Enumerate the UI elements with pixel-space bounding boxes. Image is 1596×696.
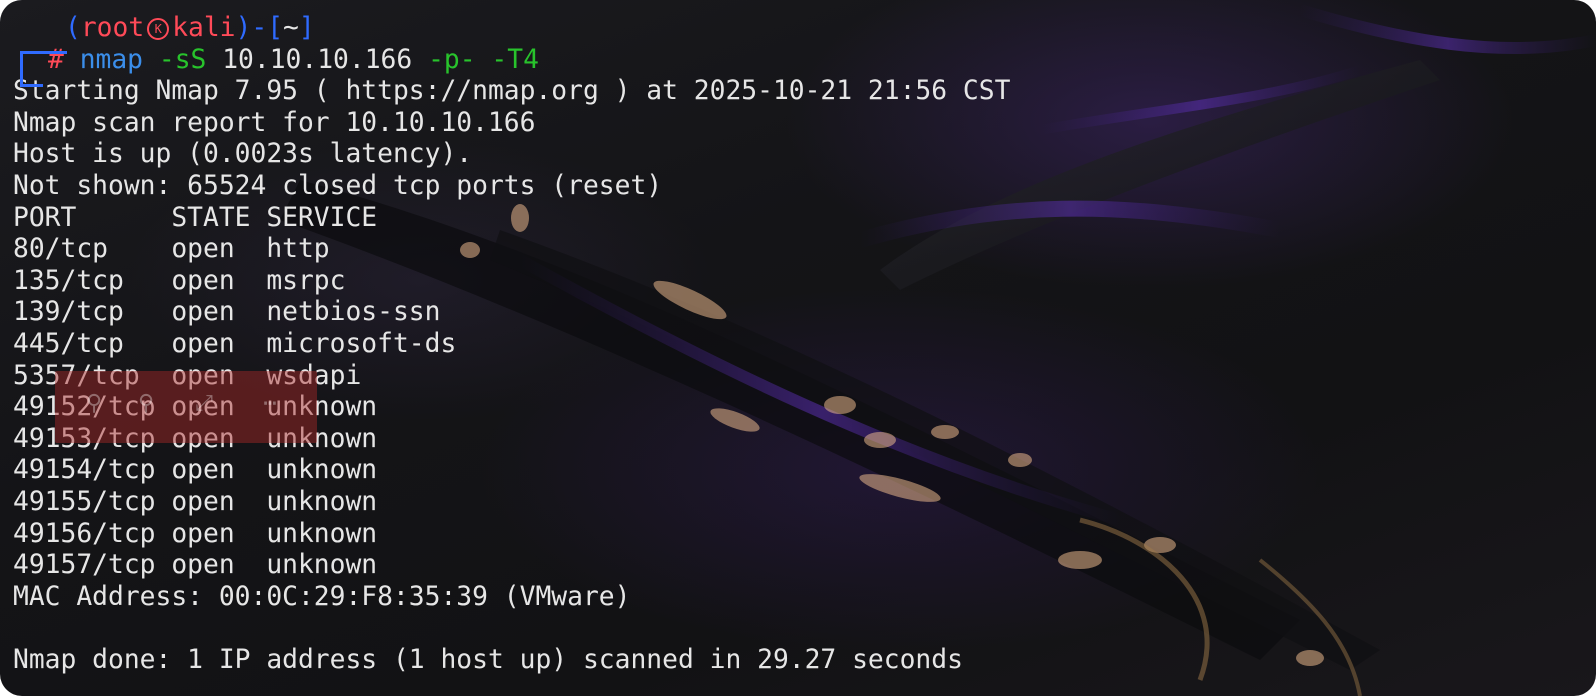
command-flag-T4: -T4 — [491, 44, 539, 75]
prompt-line-1: (root Kkali)-[~] — [20, 13, 315, 72]
terminal-output: (root Kkali)-[~] # nmap -sS 10.10.10.166 … — [13, 13, 1596, 676]
command-flag-sS: -sS — [158, 44, 207, 75]
output-blank — [13, 613, 1596, 645]
port-row: 49156/tcp open unknown — [13, 518, 378, 549]
more-icon[interactable]: ⋯ — [257, 391, 283, 417]
prompt-line-2: # nmap -sS 10.10.10.166 -p- -T4 — [13, 44, 1596, 87]
prompt-cwd: ~ — [283, 13, 299, 43]
port-row: 139/tcp open netbios-ssn — [13, 297, 441, 328]
port-row: 445/tcp open microsoft-ds — [13, 328, 457, 359]
terminal-window[interactable]: (root Kkali)-[~] # nmap -sS 10.10.10.166 … — [0, 0, 1596, 696]
port-row: 49154/tcp open unknown — [13, 455, 378, 486]
zoom-in-icon[interactable]: ⚲ — [81, 391, 107, 417]
port-row: 80/tcp open http — [13, 234, 330, 265]
output-mac: MAC Address: 00:0C:29:F8:35:39 (VMware) — [13, 581, 631, 612]
prompt-user: root — [80, 13, 145, 43]
command-program: nmap — [79, 44, 144, 75]
output-report: Nmap scan report for 10.10.10.166 — [13, 107, 536, 138]
image-toolbar-overlay[interactable]: ⚲ ⚲ ⤢ ⋯ — [55, 371, 317, 443]
command-target: 10.10.10.166 — [222, 44, 413, 75]
port-row: 135/tcp open msrpc — [13, 265, 346, 296]
command-flag-p: -p- — [428, 44, 476, 75]
expand-icon[interactable]: ⤢ — [191, 391, 217, 417]
output-not-shown: Not shown: 65524 closed tcp ports (reset… — [13, 170, 663, 201]
output-host-up: Host is up (0.0023s latency). — [13, 139, 473, 170]
output-starting: Starting Nmap 7.95 ( https://nmap.org ) … — [13, 76, 1011, 107]
kali-dragon-icon: K — [147, 18, 170, 40]
output-done: Nmap done: 1 IP address (1 host up) scan… — [13, 644, 963, 675]
port-row: 49157/tcp open unknown — [13, 550, 378, 581]
prompt-host: kali — [172, 13, 236, 43]
port-table-header: PORT STATE SERVICE — [13, 202, 378, 233]
port-row: 49155/tcp open unknown — [13, 486, 378, 517]
zoom-out-icon[interactable]: ⚲ — [133, 391, 159, 417]
